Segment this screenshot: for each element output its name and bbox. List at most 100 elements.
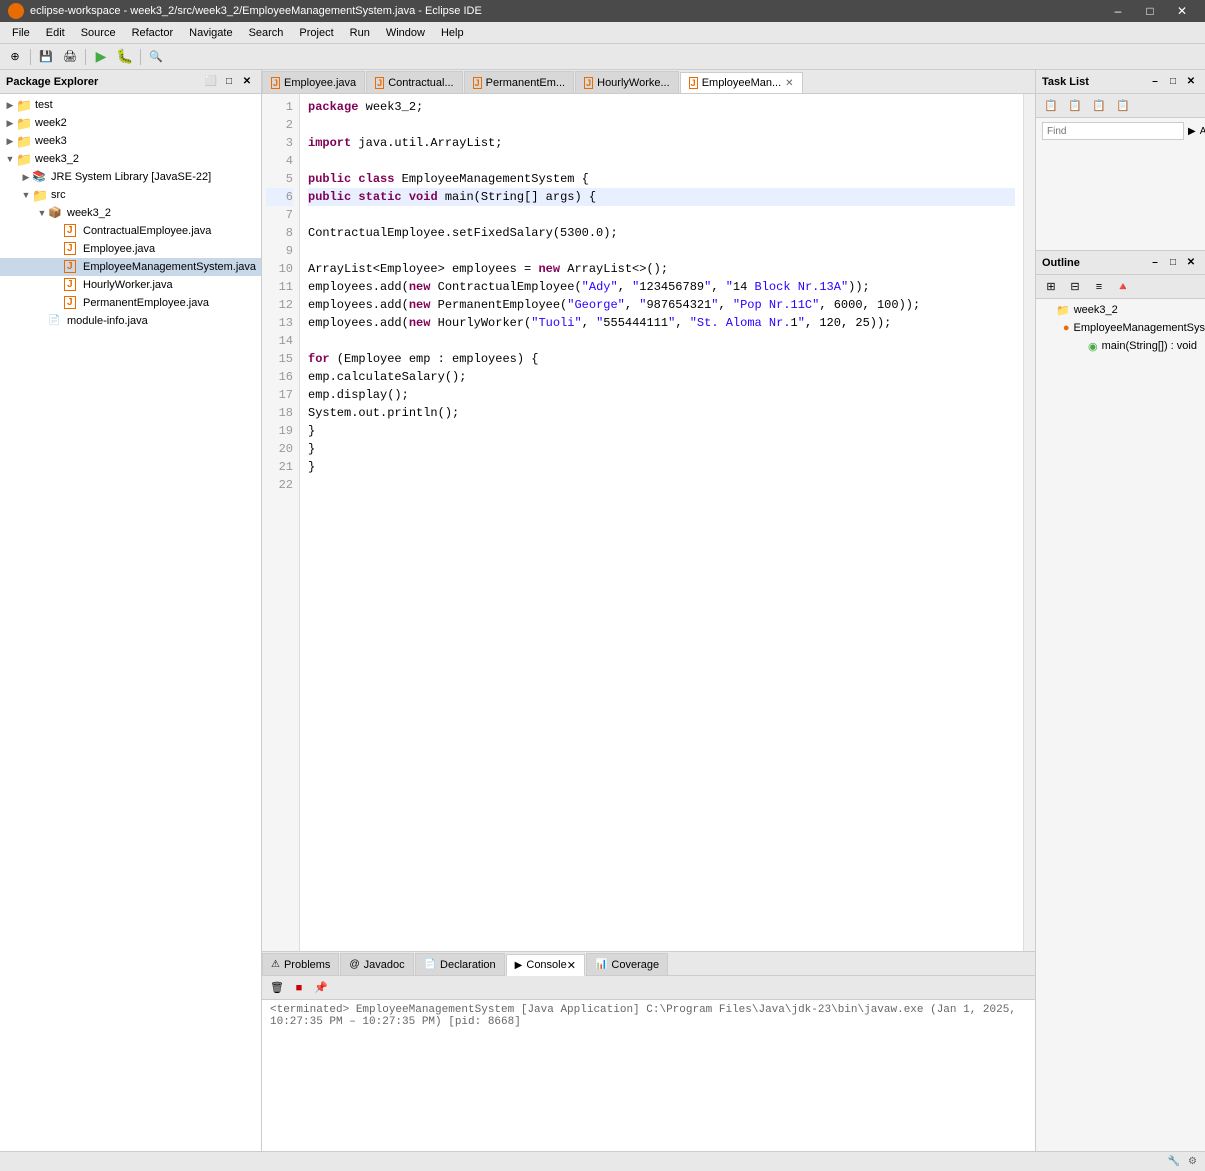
close-panel-button[interactable]: ✕ bbox=[239, 74, 255, 90]
tab-java-icon: J bbox=[584, 77, 593, 89]
bottom-tab-coverage[interactable]: 📊Coverage bbox=[586, 953, 668, 975]
bottom-tab-javadoc[interactable]: @ Javadoc bbox=[340, 953, 413, 975]
line-number-2: 2 bbox=[266, 116, 293, 134]
outline-header: Outline – □ ✕ bbox=[1036, 251, 1205, 275]
tree-item-hourlyworker-java[interactable]: JHourlyWorker.java bbox=[0, 276, 261, 294]
center-panel: JEmployee.javaJContractual...JPermanentE… bbox=[262, 70, 1035, 1151]
task-icon-3[interactable]: 📋 bbox=[1088, 96, 1110, 116]
outline-tb-4[interactable]: 🔺 bbox=[1112, 277, 1134, 297]
outline-item-project[interactable]: 📁 week3_2 bbox=[1036, 301, 1205, 319]
console-pin-button[interactable]: 📌 bbox=[310, 978, 332, 998]
tree-item-test[interactable]: ▶📁test bbox=[0, 96, 261, 114]
bottom-tab-console[interactable]: ▶Console✕ bbox=[506, 954, 585, 976]
console-clear-button[interactable]: 🗑 bbox=[266, 978, 288, 998]
task-list-title: Task List bbox=[1042, 76, 1147, 88]
outline-tb-1[interactable]: ⊞ bbox=[1040, 277, 1062, 297]
tree-item-employee-java[interactable]: JEmployee.java bbox=[0, 240, 261, 258]
tree-item-employeemanagementsystem-java[interactable]: JEmployeeManagementSystem.java bbox=[0, 258, 261, 276]
bottom-tab-label: Javadoc bbox=[364, 959, 405, 971]
statusbar-icon-2[interactable]: ⚙ bbox=[1188, 1156, 1197, 1167]
bottom-tab-icon: @ bbox=[349, 959, 359, 970]
outline-maximize-button[interactable]: □ bbox=[1165, 255, 1181, 271]
new-button[interactable]: ⊕ bbox=[4, 47, 26, 67]
code-line-10: ArrayList<Employee> employees = new Arra… bbox=[308, 260, 1015, 278]
outline-tb-3[interactable]: ≡ bbox=[1088, 277, 1110, 297]
bottom-tab-declaration[interactable]: 📄Declaration bbox=[415, 953, 505, 975]
tree-item-contractualemployee-java[interactable]: JContractualEmployee.java bbox=[0, 222, 261, 240]
console-stop-button[interactable]: ■ bbox=[288, 978, 310, 998]
bottom-tab-close[interactable]: ✕ bbox=[567, 959, 576, 972]
code-content[interactable]: package week3_2; import java.util.ArrayL… bbox=[300, 94, 1023, 951]
outline-tb-2[interactable]: ⊟ bbox=[1064, 277, 1086, 297]
tree-item-label: module-info.java bbox=[67, 315, 148, 327]
menu-item-project[interactable]: Project bbox=[291, 25, 341, 41]
statusbar-right: 🔧 ⚙ bbox=[1168, 1156, 1197, 1167]
window-title: eclipse-workspace - week3_2/src/week3_2/… bbox=[30, 5, 1103, 17]
editor-scrollbar[interactable] bbox=[1023, 94, 1035, 951]
print-button[interactable]: 🖨 bbox=[59, 47, 81, 67]
task-icon-1[interactable]: 📋 bbox=[1040, 96, 1062, 116]
task-find-input[interactable] bbox=[1042, 122, 1184, 140]
statusbar-icon-1[interactable]: 🔧 bbox=[1168, 1156, 1180, 1167]
editor-tab-employeeman---[interactable]: JEmployeeMan...✕ bbox=[680, 72, 803, 94]
line-number-10: 10 bbox=[266, 260, 293, 278]
tree-item-permanentemployee-java[interactable]: JPermanentEmployee.java bbox=[0, 294, 261, 312]
line-number-8: 8 bbox=[266, 224, 293, 242]
task-icon-2[interactable]: 📋 bbox=[1064, 96, 1086, 116]
tree-item-src[interactable]: ▼📁src bbox=[0, 186, 261, 204]
debug-button[interactable]: 🐛 bbox=[114, 47, 136, 67]
outline-item-method[interactable]: ◉ main(String[]) : void bbox=[1036, 337, 1205, 355]
line-number-22: 22 bbox=[266, 476, 293, 494]
window-controls: – □ ✕ bbox=[1103, 1, 1197, 21]
tree-file-icon: 📦 bbox=[48, 206, 64, 220]
menu-item-source[interactable]: Source bbox=[73, 25, 124, 41]
tree-item-week3-2[interactable]: ▼📁week3_2 bbox=[0, 150, 261, 168]
menu-item-edit[interactable]: Edit bbox=[38, 25, 73, 41]
run-button[interactable]: ▶ bbox=[90, 47, 112, 67]
tree-item-jre-system-library--javase-22-[interactable]: ▶📚JRE System Library [JavaSE-22] bbox=[0, 168, 261, 186]
tree-file-icon: J bbox=[64, 224, 80, 238]
save-button[interactable]: 💾 bbox=[35, 47, 57, 67]
code-line-8: ContractualEmployee.setFixedSalary(5300.… bbox=[308, 224, 1015, 242]
task-maximize-button[interactable]: □ bbox=[1165, 74, 1181, 90]
line-number-6: 6 bbox=[266, 188, 293, 206]
minimize-button[interactable]: – bbox=[1103, 1, 1133, 21]
task-list-header: Task List – □ ✕ bbox=[1036, 70, 1205, 94]
maximize-panel-button[interactable]: □ bbox=[221, 74, 237, 90]
outline-item-class[interactable]: ● EmployeeManagementSys bbox=[1036, 319, 1205, 337]
menu-item-file[interactable]: File bbox=[4, 25, 38, 41]
statusbar: 🔧 ⚙ bbox=[0, 1151, 1205, 1171]
editor-tab-hourlyworke---[interactable]: JHourlyWorke... bbox=[575, 71, 679, 93]
maximize-button[interactable]: □ bbox=[1135, 1, 1165, 21]
code-editor: 12345678910111213141516171819202122 pack… bbox=[262, 94, 1035, 951]
editor-tabs: JEmployee.javaJContractual...JPermanentE… bbox=[262, 70, 1035, 94]
menu-item-refactor[interactable]: Refactor bbox=[124, 25, 182, 41]
tree-item-module-info-java[interactable]: 📄module-info.java bbox=[0, 312, 261, 330]
search-button[interactable]: 🔍 bbox=[145, 47, 167, 67]
editor-tab-contractual---[interactable]: JContractual... bbox=[366, 71, 462, 93]
editor-tab-permanentem---[interactable]: JPermanentEm... bbox=[464, 71, 575, 93]
bottom-panel: ⚠Problems @ Javadoc 📄Declaration▶Console✕📊C… bbox=[262, 951, 1035, 1151]
collapse-button[interactable]: ⬜ bbox=[203, 74, 219, 90]
task-all-label[interactable]: All bbox=[1200, 126, 1205, 137]
outline-close-button[interactable]: ✕ bbox=[1183, 255, 1199, 271]
menu-item-run[interactable]: Run bbox=[342, 25, 378, 41]
tree-item-week3[interactable]: ▶📁week3 bbox=[0, 132, 261, 150]
tree-item-week3-2[interactable]: ▼📦week3_2 bbox=[0, 204, 261, 222]
menu-item-window[interactable]: Window bbox=[378, 25, 433, 41]
bottom-tab-problems[interactable]: ⚠Problems bbox=[262, 953, 339, 975]
task-minimize-button[interactable]: – bbox=[1147, 74, 1163, 90]
menu-item-help[interactable]: Help bbox=[433, 25, 472, 41]
menu-item-navigate[interactable]: Navigate bbox=[181, 25, 240, 41]
task-expand-icon[interactable]: ▶ bbox=[1188, 126, 1196, 137]
menu-item-search[interactable]: Search bbox=[241, 25, 292, 41]
tree-file-icon: J bbox=[64, 278, 80, 292]
task-close-button[interactable]: ✕ bbox=[1183, 74, 1199, 90]
bottom-tab-label: Problems bbox=[284, 959, 330, 971]
editor-tab-employee-java[interactable]: JEmployee.java bbox=[262, 71, 365, 93]
tree-item-week2[interactable]: ▶📁week2 bbox=[0, 114, 261, 132]
outline-minimize-button[interactable]: – bbox=[1147, 255, 1163, 271]
close-button[interactable]: ✕ bbox=[1167, 1, 1197, 21]
task-icon-4[interactable]: 📋 bbox=[1112, 96, 1134, 116]
tab-close-button[interactable]: ✕ bbox=[785, 78, 793, 89]
